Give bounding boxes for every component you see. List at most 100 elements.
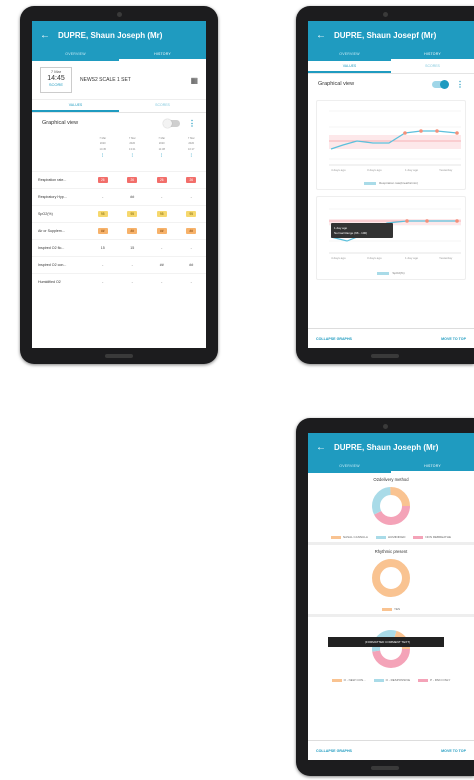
data-point[interactable] [403,131,407,135]
column-menu-icon[interactable]: ⁞ [88,153,118,160]
tab-overview[interactable]: OVERVIEW [308,49,391,61]
column-header-text: 11:38 [158,147,165,151]
legend-item: NON REBREATHE [413,535,451,539]
table-cell: - [118,263,148,267]
table-row[interactable]: SpO2(%) 95 95 95 95 [32,205,206,222]
row-label: Respiration rate... [38,178,67,182]
donut-title: Rhythmic present [374,549,408,554]
legend-item: HUMIDIFIED [375,535,405,539]
more-options-icon[interactable]: ⋮ [188,119,196,128]
data-point[interactable] [419,129,423,133]
calendar-icon[interactable]: ▦ [190,76,198,85]
data-point[interactable] [425,219,429,223]
table-cell: - [147,246,177,250]
table-cell: - [118,280,148,284]
legend-swatch [375,535,386,539]
patient-name: DUPRE, Shaun Joseph (Mr) [58,30,163,40]
cell-value: ## [189,263,194,267]
table-cell: 26 [147,177,177,183]
data-point[interactable] [455,131,459,135]
tab-history[interactable]: HISTORY [119,49,206,61]
graphical-view-row: Graphical view ⋮ [32,113,206,133]
donut-title: O2delivery method [373,477,409,482]
tab-history[interactable]: HISTORY [391,461,474,473]
tab-overview[interactable]: OVERVIEW [308,461,391,473]
table-cell: 95 [147,211,177,217]
move-to-top-button[interactable]: MOVE TO TOP [441,337,466,341]
score-badge: ## [97,228,108,234]
column-header: 7 Mar 2020 11:38 ⁞ [147,133,177,171]
table-cell: 95 [177,211,207,217]
table-row[interactable]: Respiration rate... 26 26 26 26 [32,171,206,188]
data-point[interactable] [455,219,459,223]
toggle-knob [163,118,172,128]
move-to-top-button[interactable]: MOVE TO TOP [441,749,466,753]
graphical-view-toggle[interactable] [432,79,449,89]
chart-time-box: 7 Mar 14:45 SCORE [40,67,72,93]
respiration-graph-card: 4 days ago 3 days ago 1 day ago Yesterda… [316,100,466,190]
donut-legend: YES [308,605,474,611]
spo2-graph-card: 4 days ago 3 days ago 1 day ago Yesterda… [316,196,466,280]
tablet-donut-graphs: ← DUPRE, Shaun Joseph (Mr) OVERVIEW HIST… [296,418,474,776]
cell-value: - [161,195,163,199]
legend-item: O - RESPONSIVE [373,678,410,682]
sub-tabs: VALUES SCORES [308,61,474,74]
subtab-values[interactable]: VALUES [308,61,391,73]
o2-delivery-donut-section: O2delivery method NASAL CANNULA HUMIDIFI… [308,473,474,545]
table-row[interactable]: Inspired O2 con... - - ## ## [32,256,206,273]
table-cell: - [147,280,177,284]
x-tick: 4 days ago [331,256,346,260]
subtab-scores[interactable]: SCORES [119,100,206,112]
graph-tooltip: 1 day ago Normal Range (96 - 100) [331,223,393,238]
toggle-knob [440,79,449,89]
data-point[interactable] [435,129,439,133]
more-options-icon[interactable]: ⋮ [456,80,464,89]
collapse-graphs-button[interactable]: COLLAPSE GRAPHS [316,337,352,341]
cell-value: - [102,263,104,267]
row-label: Respiratory Hyp... [38,195,67,199]
tablet-values-table: ← DUPRE, Shaun Joseph (Mr) OVERVIEW HIST… [20,6,218,364]
tablet-graphs: ← DUPRE, Shaun Josepf (Mr) OVERVIEW HIST… [296,6,474,364]
patient-name: DUPRE, Shaun Josepf (Mr) [334,30,437,40]
table-row[interactable]: Humidified O2 - - - - [32,273,206,290]
bottom-action-bar: COLLAPSE GRAPHS MOVE TO TOP [308,328,474,348]
home-button [371,766,399,770]
graphical-view-toggle[interactable] [163,118,180,128]
legend-swatch [373,678,384,682]
table-row[interactable]: Respiratory Hyp... - ## - - [32,188,206,205]
third-donut-chart [372,630,410,668]
column-menu-icon[interactable]: ⁞ [147,153,177,160]
cell-value: - [190,246,192,250]
tab-history[interactable]: HISTORY [391,49,474,61]
back-arrow-icon[interactable]: ← [40,30,50,41]
data-point[interactable] [405,219,409,223]
cell-value: - [131,280,133,284]
score-badge: 26 [156,177,167,183]
collapse-graphs-button[interactable]: COLLAPSE GRAPHS [316,749,352,753]
screen: ← DUPRE, Shaun Josepf (Mr) OVERVIEW HIST… [308,21,474,348]
subtab-values[interactable]: VALUES [32,100,119,112]
table-row[interactable]: Inspired O2 flo... 15 15 - - [32,239,206,256]
table-row[interactable]: Air or Supplem... ## ## ## ## [32,222,206,239]
row-label: Inspired O2 con... [38,263,67,267]
sub-tabs: VALUES SCORES [32,100,206,113]
score-badge: ## [127,228,138,234]
camera-dot [117,12,122,17]
column-menu-icon[interactable]: ⁞ [177,153,207,160]
legend-swatch [364,181,377,185]
table-cell: - [177,280,207,284]
donut-slice[interactable] [372,559,410,597]
back-arrow-icon[interactable]: ← [316,442,326,453]
column-menu-icon[interactable]: ⁞ [118,153,148,160]
row-label: Humidified O2 [38,280,61,284]
cell-value: - [161,246,163,250]
row-label: SpO2(%) [38,212,53,216]
back-arrow-icon[interactable]: ← [316,30,326,41]
column-header-text: 10:17 [188,147,195,151]
tab-overview[interactable]: OVERVIEW [32,49,119,61]
legend-swatch [330,535,341,539]
subtab-scores[interactable]: SCORES [391,61,474,73]
graphical-view-label: Graphical view [318,81,355,87]
rhythmic-donut-section: Rhythmic present YES [308,545,474,617]
x-tick: 1 day ago [405,168,419,172]
